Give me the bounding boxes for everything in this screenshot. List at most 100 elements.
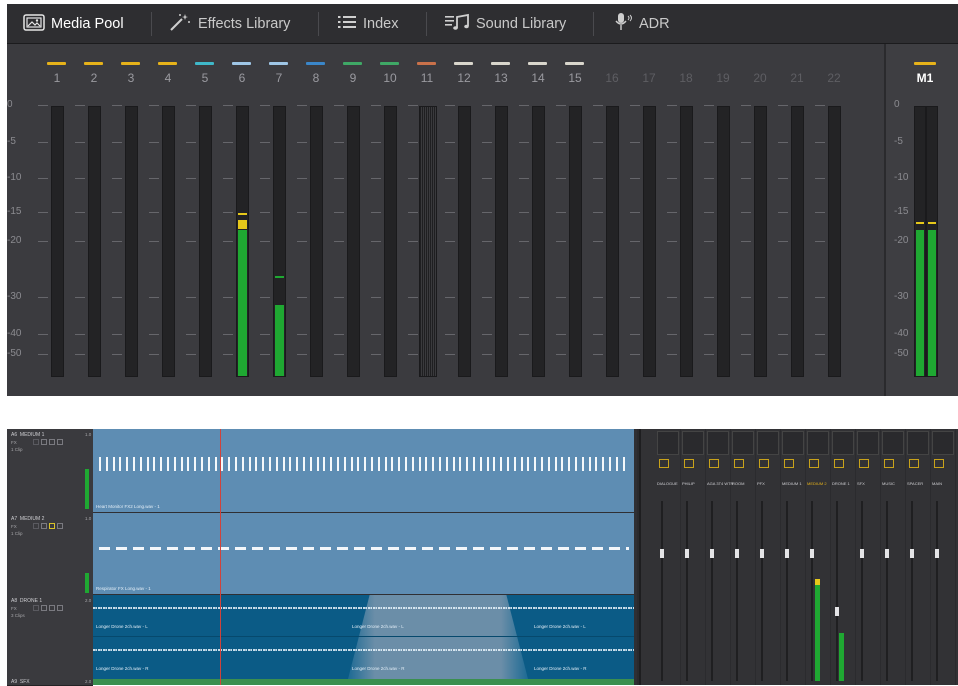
media-pool-button[interactable]: Media Pool	[23, 4, 124, 44]
waveform-tick	[167, 457, 169, 471]
volume-fader[interactable]	[910, 549, 914, 558]
audio-clip-group[interactable]: Longer Drone 2ch.wav - L Longer Drone 2c…	[93, 595, 634, 679]
waveform-tick	[588, 457, 591, 471]
effect-slot[interactable]	[732, 431, 754, 455]
channel-number: 19	[716, 71, 730, 85]
channel-number: 4	[164, 71, 172, 85]
solo-button[interactable]	[49, 605, 55, 611]
audio-clip[interactable]: Heart Monitor FX2 Long.wav - 1	[93, 429, 634, 512]
mixer-channel-strip[interactable]: MUSIC	[880, 429, 906, 685]
mixer-channel-strip[interactable]: AGA 3T4 WTR	[705, 429, 733, 685]
mixer-channel-strip[interactable]: SFX	[855, 429, 881, 685]
volume-fader[interactable]	[710, 549, 714, 558]
channel-meter	[125, 106, 138, 377]
scale-tick	[556, 178, 566, 179]
eq-button[interactable]	[684, 459, 694, 468]
sound-library-button[interactable]: Sound Library	[444, 4, 566, 44]
track-header[interactable]: A6 MEDIUM 1 FX 1 Clip 1.0	[7, 429, 93, 514]
effect-slot[interactable]	[707, 431, 729, 455]
mute-button[interactable]	[57, 439, 63, 445]
waveform-tick	[133, 457, 135, 471]
volume-fader[interactable]	[835, 607, 839, 616]
waveform-tick	[275, 457, 278, 471]
eq-button[interactable]	[659, 459, 669, 468]
effect-slot[interactable]	[907, 431, 929, 455]
track-clip-count: 1 Clip	[11, 531, 23, 536]
mixer-channel-strip[interactable]: MAIN	[930, 429, 956, 685]
waveform-tick	[269, 457, 271, 471]
effect-slot[interactable]	[932, 431, 954, 455]
scale-tick	[75, 334, 85, 335]
eq-button[interactable]	[809, 459, 819, 468]
volume-fader[interactable]	[735, 549, 739, 558]
eq-button[interactable]	[709, 459, 719, 468]
playhead[interactable]	[220, 429, 221, 685]
effects-library-button[interactable]: Effects Library	[168, 4, 290, 44]
track-header[interactable]: A8 DRONE 1 FX 3 Clips 2.0	[7, 595, 93, 680]
waveform-tick	[316, 457, 319, 471]
channel-color-chip	[158, 62, 177, 65]
eq-button[interactable]	[884, 459, 894, 468]
scale-tick	[260, 212, 270, 213]
mixer-channel-strip[interactable]: PFX	[755, 429, 781, 685]
eq-button[interactable]	[909, 459, 919, 468]
eq-button[interactable]	[759, 459, 769, 468]
effect-slot[interactable]	[807, 431, 829, 455]
clip-label: Longer Drone 2ch.wav - R	[96, 666, 149, 671]
read-button[interactable]	[41, 605, 47, 611]
mixer-channel-strip[interactable]: DIALOGUE	[655, 429, 681, 685]
eq-button[interactable]	[934, 459, 944, 468]
solo-button[interactable]	[49, 523, 55, 529]
scale-tick	[815, 334, 825, 335]
mixer-channel-strip[interactable]: PHILIP	[680, 429, 706, 685]
scale-tick	[260, 354, 270, 355]
fader-track	[936, 501, 938, 681]
eq-button[interactable]	[784, 459, 794, 468]
channel-color-chip	[306, 62, 325, 65]
mute-button[interactable]	[57, 523, 63, 529]
effect-slot[interactable]	[832, 431, 854, 455]
eq-button[interactable]	[834, 459, 844, 468]
volume-fader[interactable]	[785, 549, 789, 558]
scale-tick	[371, 178, 381, 179]
volume-fader[interactable]	[860, 549, 864, 558]
waveform-tick	[214, 457, 217, 471]
track-header[interactable]: A7 MEDIUM 2 FX 1 Clip 1.0	[7, 513, 93, 596]
effect-slot[interactable]	[657, 431, 679, 455]
volume-fader[interactable]	[685, 549, 689, 558]
read-button[interactable]	[41, 523, 47, 529]
effect-slot[interactable]	[757, 431, 779, 455]
waveform-tick	[187, 457, 190, 471]
index-button[interactable]: Index	[337, 4, 398, 44]
volume-fader[interactable]	[660, 549, 664, 558]
effect-slot[interactable]	[882, 431, 904, 455]
record-arm-button[interactable]	[33, 605, 39, 611]
mixer-channel-strip[interactable]: SPACER	[905, 429, 931, 685]
scale-tick	[778, 297, 788, 298]
volume-fader[interactable]	[810, 549, 814, 558]
mixer-channel-strip[interactable]: MEDIUM 1	[780, 429, 806, 685]
audio-clip[interactable]	[93, 679, 634, 685]
mute-button[interactable]	[57, 605, 63, 611]
scale-tick	[519, 297, 529, 298]
eq-button[interactable]	[859, 459, 869, 468]
mixer-channel-strip[interactable]: ROOM	[730, 429, 756, 685]
meter-level-fill	[238, 230, 247, 376]
effect-slot[interactable]	[682, 431, 704, 455]
timeline-lanes[interactable]: Heart Monitor FX2 Long.wav - 1 Respirato…	[93, 429, 637, 685]
adr-button[interactable]: ADR	[615, 4, 670, 44]
audio-clip[interactable]: Respirator FX Long.wav - 1	[93, 513, 634, 594]
eq-button[interactable]	[734, 459, 744, 468]
scale-tick	[741, 334, 751, 335]
volume-fader[interactable]	[935, 549, 939, 558]
effect-slot[interactable]	[782, 431, 804, 455]
solo-button[interactable]	[49, 439, 55, 445]
volume-fader[interactable]	[760, 549, 764, 558]
volume-fader[interactable]	[885, 549, 889, 558]
channel-meter	[88, 106, 101, 377]
read-button[interactable]	[41, 439, 47, 445]
record-arm-button[interactable]	[33, 439, 39, 445]
scale-tick	[630, 105, 640, 106]
effect-slot[interactable]	[857, 431, 879, 455]
record-arm-button[interactable]	[33, 523, 39, 529]
